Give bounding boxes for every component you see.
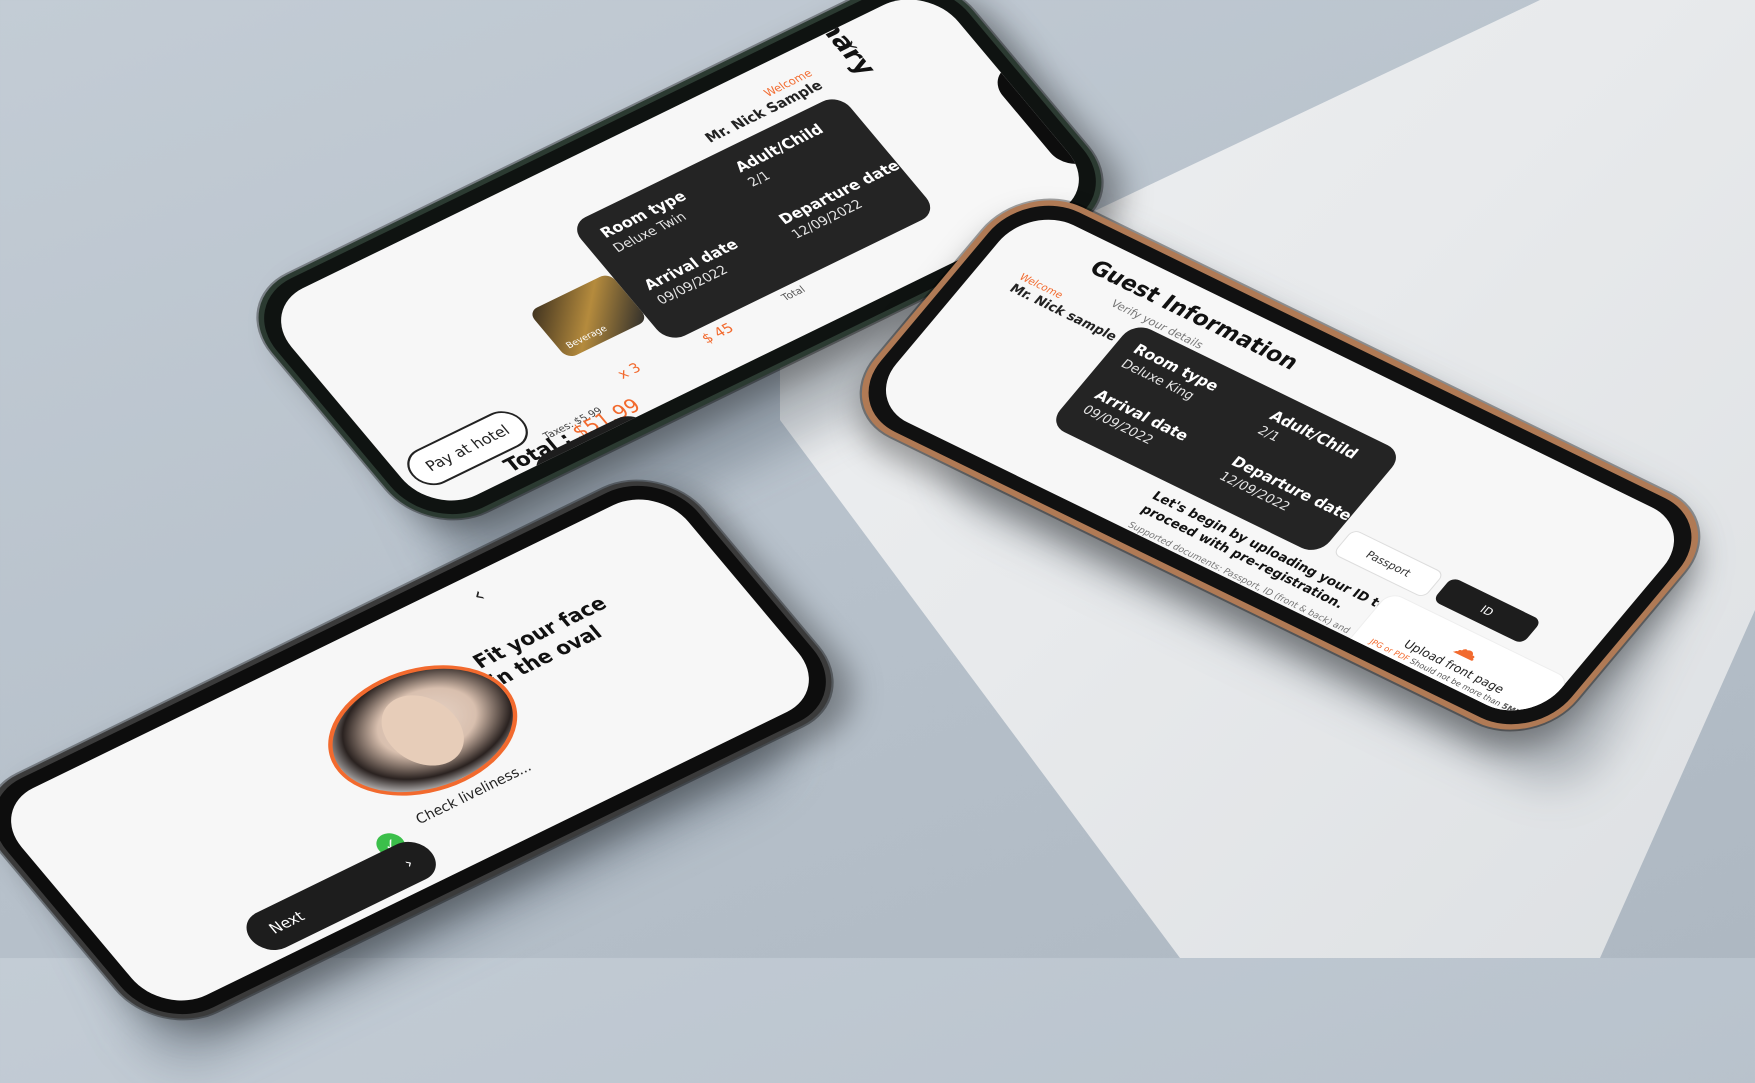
chevron-right-icon: › — [399, 854, 418, 872]
face-check-phone: ‹ Fit your face in the oval Check liveli… — [0, 460, 860, 1040]
summary-title: Summary — [763, 0, 883, 80]
guest-booking-card: Room type Deluxe King Adult/Child 2/1 Ar… — [1048, 321, 1404, 556]
chevron-left-icon: ‹ — [466, 583, 492, 608]
next-button-label: Next — [265, 907, 309, 938]
face-avatar — [364, 683, 481, 778]
summary-notch — [986, 62, 1098, 172]
summary-item-name: Beverage — [564, 324, 610, 352]
summary-total-value: $51.99 — [566, 393, 646, 444]
summary-item-qty: x 3 — [614, 360, 645, 383]
summary-total-col-label: Total — [779, 284, 808, 304]
face-back-button[interactable]: ‹ — [467, 584, 491, 608]
